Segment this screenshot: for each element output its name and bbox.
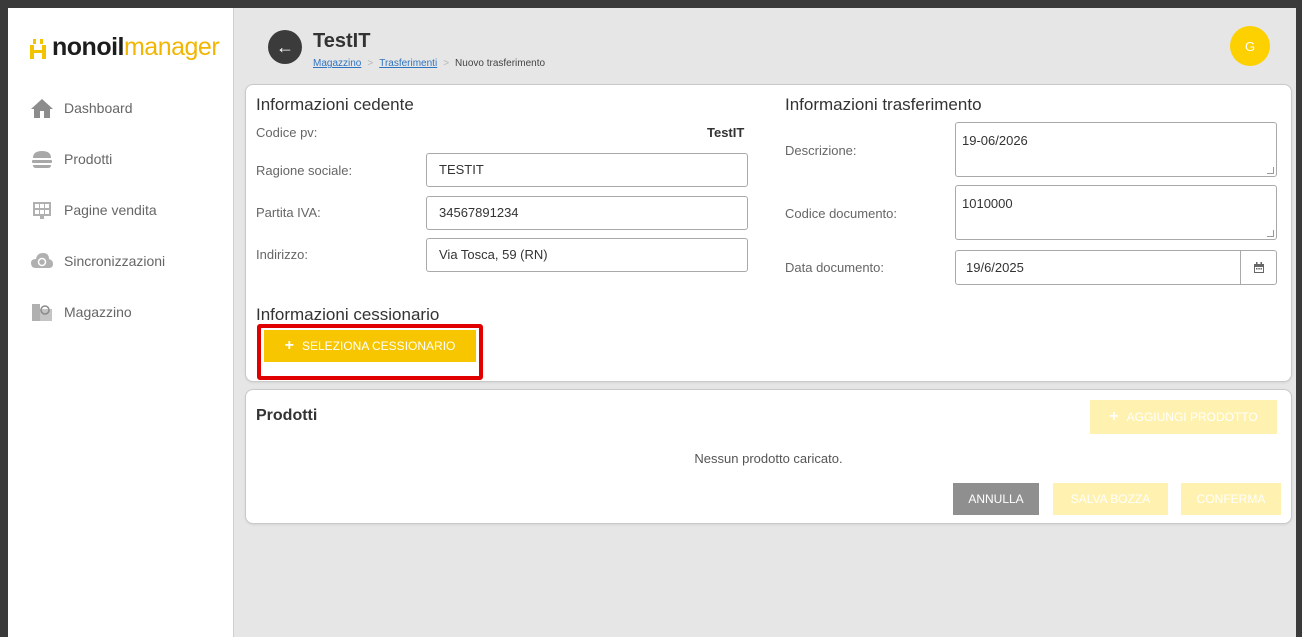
plus-icon: +	[1109, 408, 1119, 425]
app-logo[interactable]: nonoil manager	[28, 32, 220, 61]
cloud-sync-icon	[30, 250, 54, 272]
breadcrumb-current: Nuovo trasferimento	[455, 58, 546, 69]
seleziona-cessionario-label: SELEZIONA CESSIONARIO	[301, 339, 456, 353]
indirizzo-label: Indirizzo:	[256, 247, 309, 262]
chevron-right-icon: >	[367, 58, 374, 69]
plus-icon: +	[284, 337, 294, 354]
page-title: TestIT	[313, 30, 371, 52]
data-documento-value: 19/6/2025	[966, 260, 1024, 275]
ragione-sociale-label: Ragione sociale:	[256, 163, 353, 178]
main-content: ← TestIT Magazzino > Trasferimenti > Nuo…	[235, 8, 1296, 637]
cedente-title: Informazioni cedente	[256, 95, 414, 114]
sidebar-item-label: Prodotti	[64, 150, 113, 167]
sidebar-item-magazzino[interactable]: Magazzino	[8, 286, 233, 337]
indirizzo-field[interactable]: Via Tosca, 59 (RN)	[426, 238, 748, 272]
data-documento-field[interactable]: 19/6/2025	[955, 250, 1277, 285]
descrizione-label: Descrizione:	[785, 143, 857, 158]
breadcrumb-trasferimenti[interactable]: Trasferimenti	[379, 58, 437, 69]
app-window: nonoil manager Dashboard Prodotti Pagine …	[0, 0, 1302, 637]
sidebar-item-label: Pagine vendita	[64, 201, 157, 218]
logo-mark-icon	[28, 37, 48, 59]
sidebar-item-label: Magazzino	[64, 303, 132, 320]
codice-pv-value: TestIT	[707, 125, 745, 140]
prodotti-title: Prodotti	[256, 407, 318, 424]
sidebar: nonoil manager Dashboard Prodotti Pagine …	[8, 8, 234, 637]
burger-icon	[30, 148, 54, 170]
calendar-icon[interactable]	[1240, 251, 1276, 284]
prodotti-card: Prodotti + AGGIUNGI PRODOTTO Nessun prod…	[245, 389, 1292, 524]
data-documento-label: Data documento:	[785, 260, 885, 275]
sidebar-item-pagine-vendita[interactable]: Pagine vendita	[8, 184, 233, 235]
codice-documento-label: Codice documento:	[785, 206, 898, 221]
codice-pv-label: Codice pv:	[256, 125, 318, 140]
conferma-button[interactable]: CONFERMA	[1181, 483, 1281, 515]
breadcrumb: Magazzino > Trasferimenti > Nuovo trasfe…	[313, 58, 545, 69]
trasferimento-title: Informazioni trasferimento	[785, 95, 982, 114]
salva-bozza-button[interactable]: SALVA BOZZA	[1053, 483, 1168, 515]
sidebar-item-label: Sincronizzazioni	[64, 252, 166, 269]
home-icon	[30, 97, 54, 119]
logo-text-nonoil: nonoil	[52, 32, 124, 61]
codice-documento-value: 1010000	[962, 196, 1013, 211]
aggiungi-prodotto-label: AGGIUNGI PRODOTTO	[1126, 410, 1258, 424]
descrizione-textarea[interactable]: 19-06/2026	[955, 122, 1277, 177]
empty-products-message: Nessun prodotto caricato.	[694, 451, 843, 466]
chevron-right-icon: >	[443, 58, 450, 69]
page-header: ← TestIT Magazzino > Trasferimenti > Nuo…	[235, 8, 1296, 80]
arrow-left-icon: ←	[276, 36, 294, 57]
sidebar-item-dashboard[interactable]: Dashboard	[8, 82, 233, 133]
sidebar-nav: Dashboard Prodotti Pagine vendita Sincro…	[8, 82, 233, 337]
seleziona-cessionario-button[interactable]: + SELEZIONA CESSIONARIO	[264, 330, 476, 362]
codice-documento-textarea[interactable]: 1010000	[955, 185, 1277, 240]
ragione-sociale-field[interactable]: TESTIT	[426, 153, 748, 187]
partita-iva-field[interactable]: 34567891234	[426, 196, 748, 230]
breadcrumb-magazzino[interactable]: Magazzino	[313, 58, 361, 69]
descrizione-value: 19-06/2026	[962, 133, 1028, 148]
partita-iva-label: Partita IVA:	[256, 205, 321, 220]
back-button[interactable]: ←	[268, 30, 302, 64]
cessionario-title: Informazioni cessionario	[256, 305, 440, 324]
logo-text-manager: manager	[123, 32, 220, 61]
sidebar-item-prodotti[interactable]: Prodotti	[8, 133, 233, 184]
resize-handle-icon[interactable]	[1267, 230, 1274, 237]
warehouse-icon	[30, 301, 54, 323]
sidebar-item-sincronizzazioni[interactable]: Sincronizzazioni	[8, 235, 233, 286]
sidebar-item-label: Dashboard	[64, 99, 133, 116]
transfer-info-card: Informazioni cedente Codice pv: TestIT R…	[245, 84, 1292, 382]
annulla-button[interactable]: ANNULLA	[953, 483, 1039, 515]
resize-handle-icon[interactable]	[1267, 167, 1274, 174]
aggiungi-prodotto-button[interactable]: + AGGIUNGI PRODOTTO	[1090, 400, 1277, 434]
avatar[interactable]: G	[1230, 26, 1270, 66]
grid-icon	[30, 199, 54, 221]
